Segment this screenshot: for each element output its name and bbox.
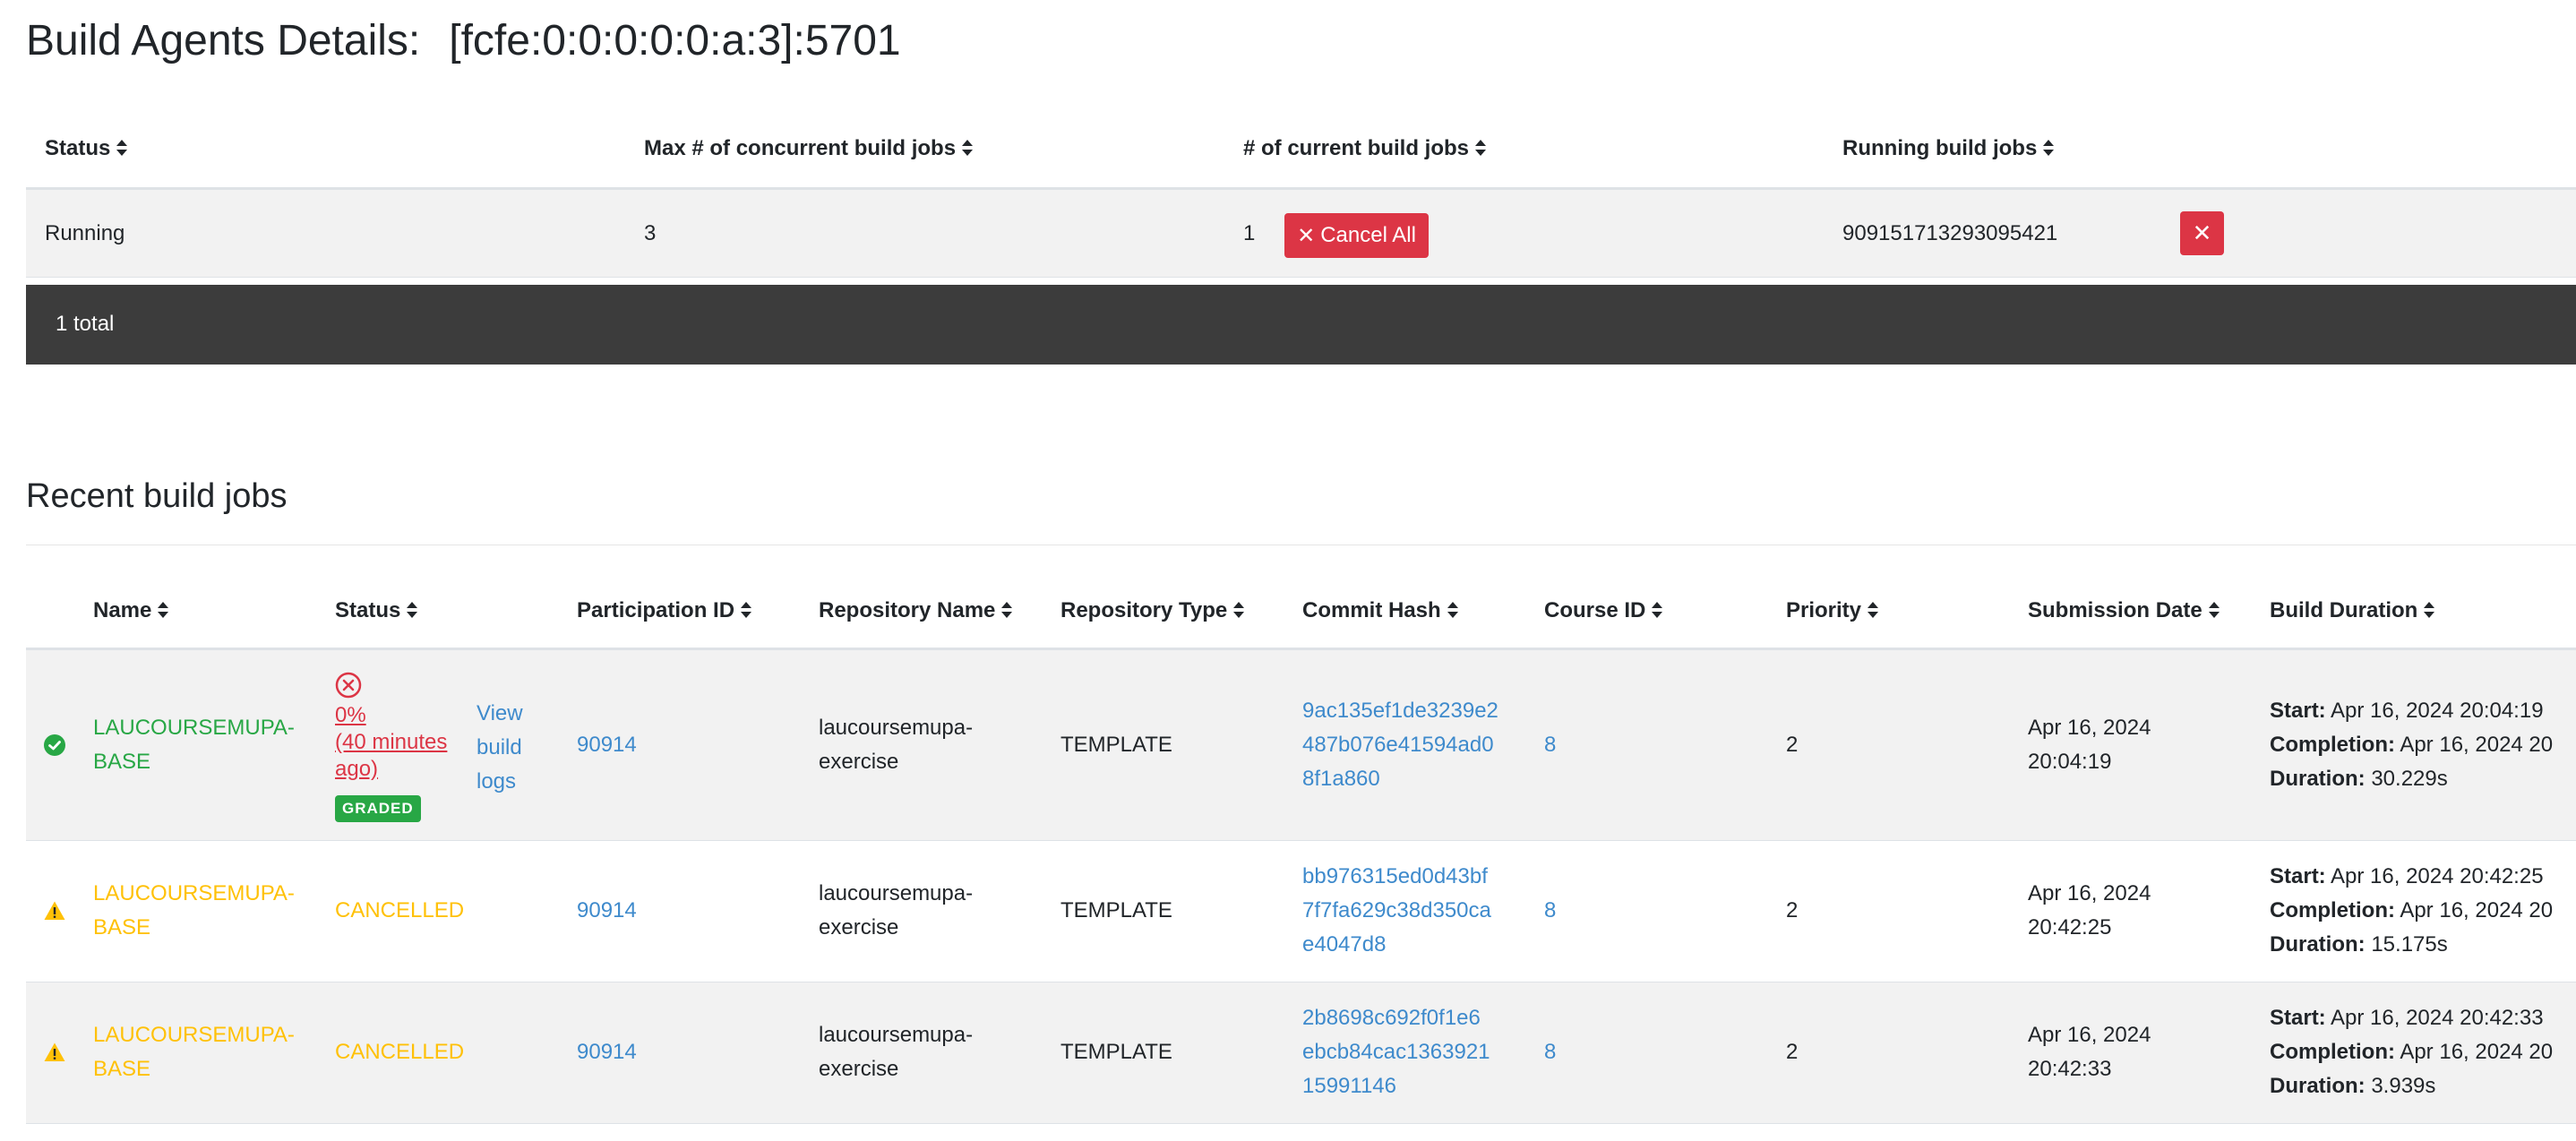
sort-icon (1447, 600, 1459, 620)
close-icon: ✕ (2192, 219, 2212, 246)
course-id-link[interactable]: 8 (1544, 728, 1556, 762)
agent-address: [fcfe:0:0:0:0:0:a:3]:5701 (449, 17, 901, 64)
repository-name: laucoursemupa- exercise (819, 716, 974, 774)
sort-icon (740, 600, 752, 620)
agent-status: Running (45, 221, 125, 245)
build-duration: Start: Apr 16, 2024 20:42:33 Completion:… (2270, 1006, 2554, 1098)
total-count: 1 total (56, 312, 115, 336)
priority: 2 (1786, 733, 1799, 757)
submission-date: Apr 16, 2024 20:04:19 (2028, 716, 2151, 774)
commit-hash-link[interactable]: bb976315ed0d43bf 7f7fa629c38d350ca e4047… (1302, 860, 1491, 962)
commit-hash-link[interactable]: 2b8698c692f0f1e6 ebcb84cac1363921 159911… (1302, 1001, 1490, 1103)
column-header-priority[interactable]: Priority (1786, 598, 1879, 623)
commit-hash-link[interactable]: 9ac135ef1de3239e2 487b076e41594ad0 8f1a8… (1302, 694, 1498, 796)
result-time[interactable]: (40 minutes (335, 729, 447, 756)
agent-table-header: Status Max # of concurrent build jobs # … (26, 115, 2576, 190)
result-time-ago[interactable]: ago) (335, 756, 447, 783)
job-result[interactable]: 0% (40 minutes ago) GRADED (335, 672, 447, 824)
column-header-status[interactable]: Status (45, 136, 128, 161)
total-bar: 1 total (26, 285, 2576, 365)
priority: 2 (1786, 1040, 1799, 1064)
column-header-name[interactable]: Name (93, 598, 169, 623)
sort-icon (1474, 138, 1487, 158)
sort-icon (961, 138, 974, 158)
recent-jobs-title: Recent build jobs (26, 477, 288, 515)
table-row: LAUCOURSEMUPA- BASE CANCELLED 90914 lauc… (26, 841, 2576, 982)
job-status: CANCELLED (335, 898, 465, 922)
course-id-link[interactable]: 8 (1544, 894, 1556, 928)
column-header-running-jobs[interactable]: Running build jobs (1842, 136, 2055, 161)
agent-max-jobs: 3 (644, 221, 657, 245)
x-circle-icon (335, 672, 362, 699)
submission-date: Apr 16, 2024 20:42:33 (2028, 1023, 2151, 1081)
course-id-link[interactable]: 8 (1544, 1035, 1556, 1069)
table-row: LAUCOURSEMUPA- BASE CANCELLED 90914 lauc… (26, 982, 2576, 1124)
column-header-repository-name[interactable]: Repository Name (819, 598, 1013, 623)
cancel-all-button[interactable]: ✕ Cancel All (1284, 213, 1429, 258)
repository-type: TEMPLATE (1060, 733, 1172, 757)
warning-triangle-icon (44, 900, 65, 922)
sort-icon (2042, 138, 2055, 158)
priority: 2 (1786, 898, 1799, 922)
sort-icon (2423, 600, 2435, 620)
recent-jobs-table: Name Status Participation ID Repository … (26, 573, 2576, 1124)
sort-icon (157, 600, 169, 620)
recent-jobs-header: Name Status Participation ID Repository … (26, 573, 2576, 650)
sort-icon (1232, 600, 1245, 620)
sort-icon (406, 600, 418, 620)
repository-type: TEMPLATE (1060, 1040, 1172, 1064)
graded-badge: GRADED (335, 795, 421, 822)
submission-date: Apr 16, 2024 20:42:25 (2028, 881, 2151, 939)
table-row: LAUCOURSEMUPA- BASE 0% (40 minutes ago) … (26, 650, 2576, 841)
column-header-build-duration[interactable]: Build Duration (2270, 598, 2435, 623)
column-header-course-id[interactable]: Course ID (1544, 598, 1663, 623)
sort-icon (2208, 600, 2220, 620)
column-header-max-jobs[interactable]: Max # of concurrent build jobs (644, 136, 974, 161)
job-name: LAUCOURSEMUPA- BASE (93, 1023, 295, 1081)
repository-name: laucoursemupa- exercise (819, 1023, 974, 1081)
page-title-text: Build Agents Details: (26, 17, 421, 64)
view-build-logs-link[interactable]: View build logs (477, 697, 523, 799)
page-title: Build Agents Details: [fcfe:0:0:0:0:0:a:3… (26, 16, 901, 65)
sort-icon (1867, 600, 1879, 620)
repository-name: laucoursemupa- exercise (819, 881, 974, 939)
warning-triangle-icon (44, 1042, 65, 1063)
sort-icon (1000, 600, 1013, 620)
sort-icon (116, 138, 128, 158)
column-header-repository-type[interactable]: Repository Type (1060, 598, 1245, 623)
participation-id-link[interactable]: 90914 (577, 894, 637, 928)
build-duration: Start: Apr 16, 2024 20:42:25 Completion:… (2270, 864, 2554, 957)
job-name: LAUCOURSEMUPA- BASE (93, 716, 295, 774)
check-circle-icon (44, 734, 65, 756)
column-header-participation-id[interactable]: Participation ID (577, 598, 752, 623)
participation-id-link[interactable]: 90914 (577, 1035, 637, 1069)
cancel-job-button[interactable]: ✕ (2180, 211, 2224, 255)
repository-type: TEMPLATE (1060, 898, 1172, 922)
column-header-current-jobs[interactable]: # of current build jobs (1243, 136, 1487, 161)
running-job-id: 909151713293095421 (1842, 221, 2058, 245)
participation-id-link[interactable]: 90914 (577, 728, 637, 762)
agent-current-jobs: 1 (1243, 221, 1256, 245)
sort-icon (1651, 600, 1663, 620)
job-status: CANCELLED (335, 1040, 465, 1064)
build-duration: Start: Apr 16, 2024 20:04:19 Completion:… (2270, 699, 2554, 791)
column-header-status[interactable]: Status (335, 598, 418, 623)
column-header-submission-date[interactable]: Submission Date (2028, 598, 2220, 623)
column-header-commit-hash[interactable]: Commit Hash (1302, 598, 1459, 623)
close-icon: ✕ (1297, 223, 1316, 248)
result-percentage[interactable]: 0% (335, 702, 447, 729)
job-name: LAUCOURSEMUPA- BASE (93, 881, 295, 939)
